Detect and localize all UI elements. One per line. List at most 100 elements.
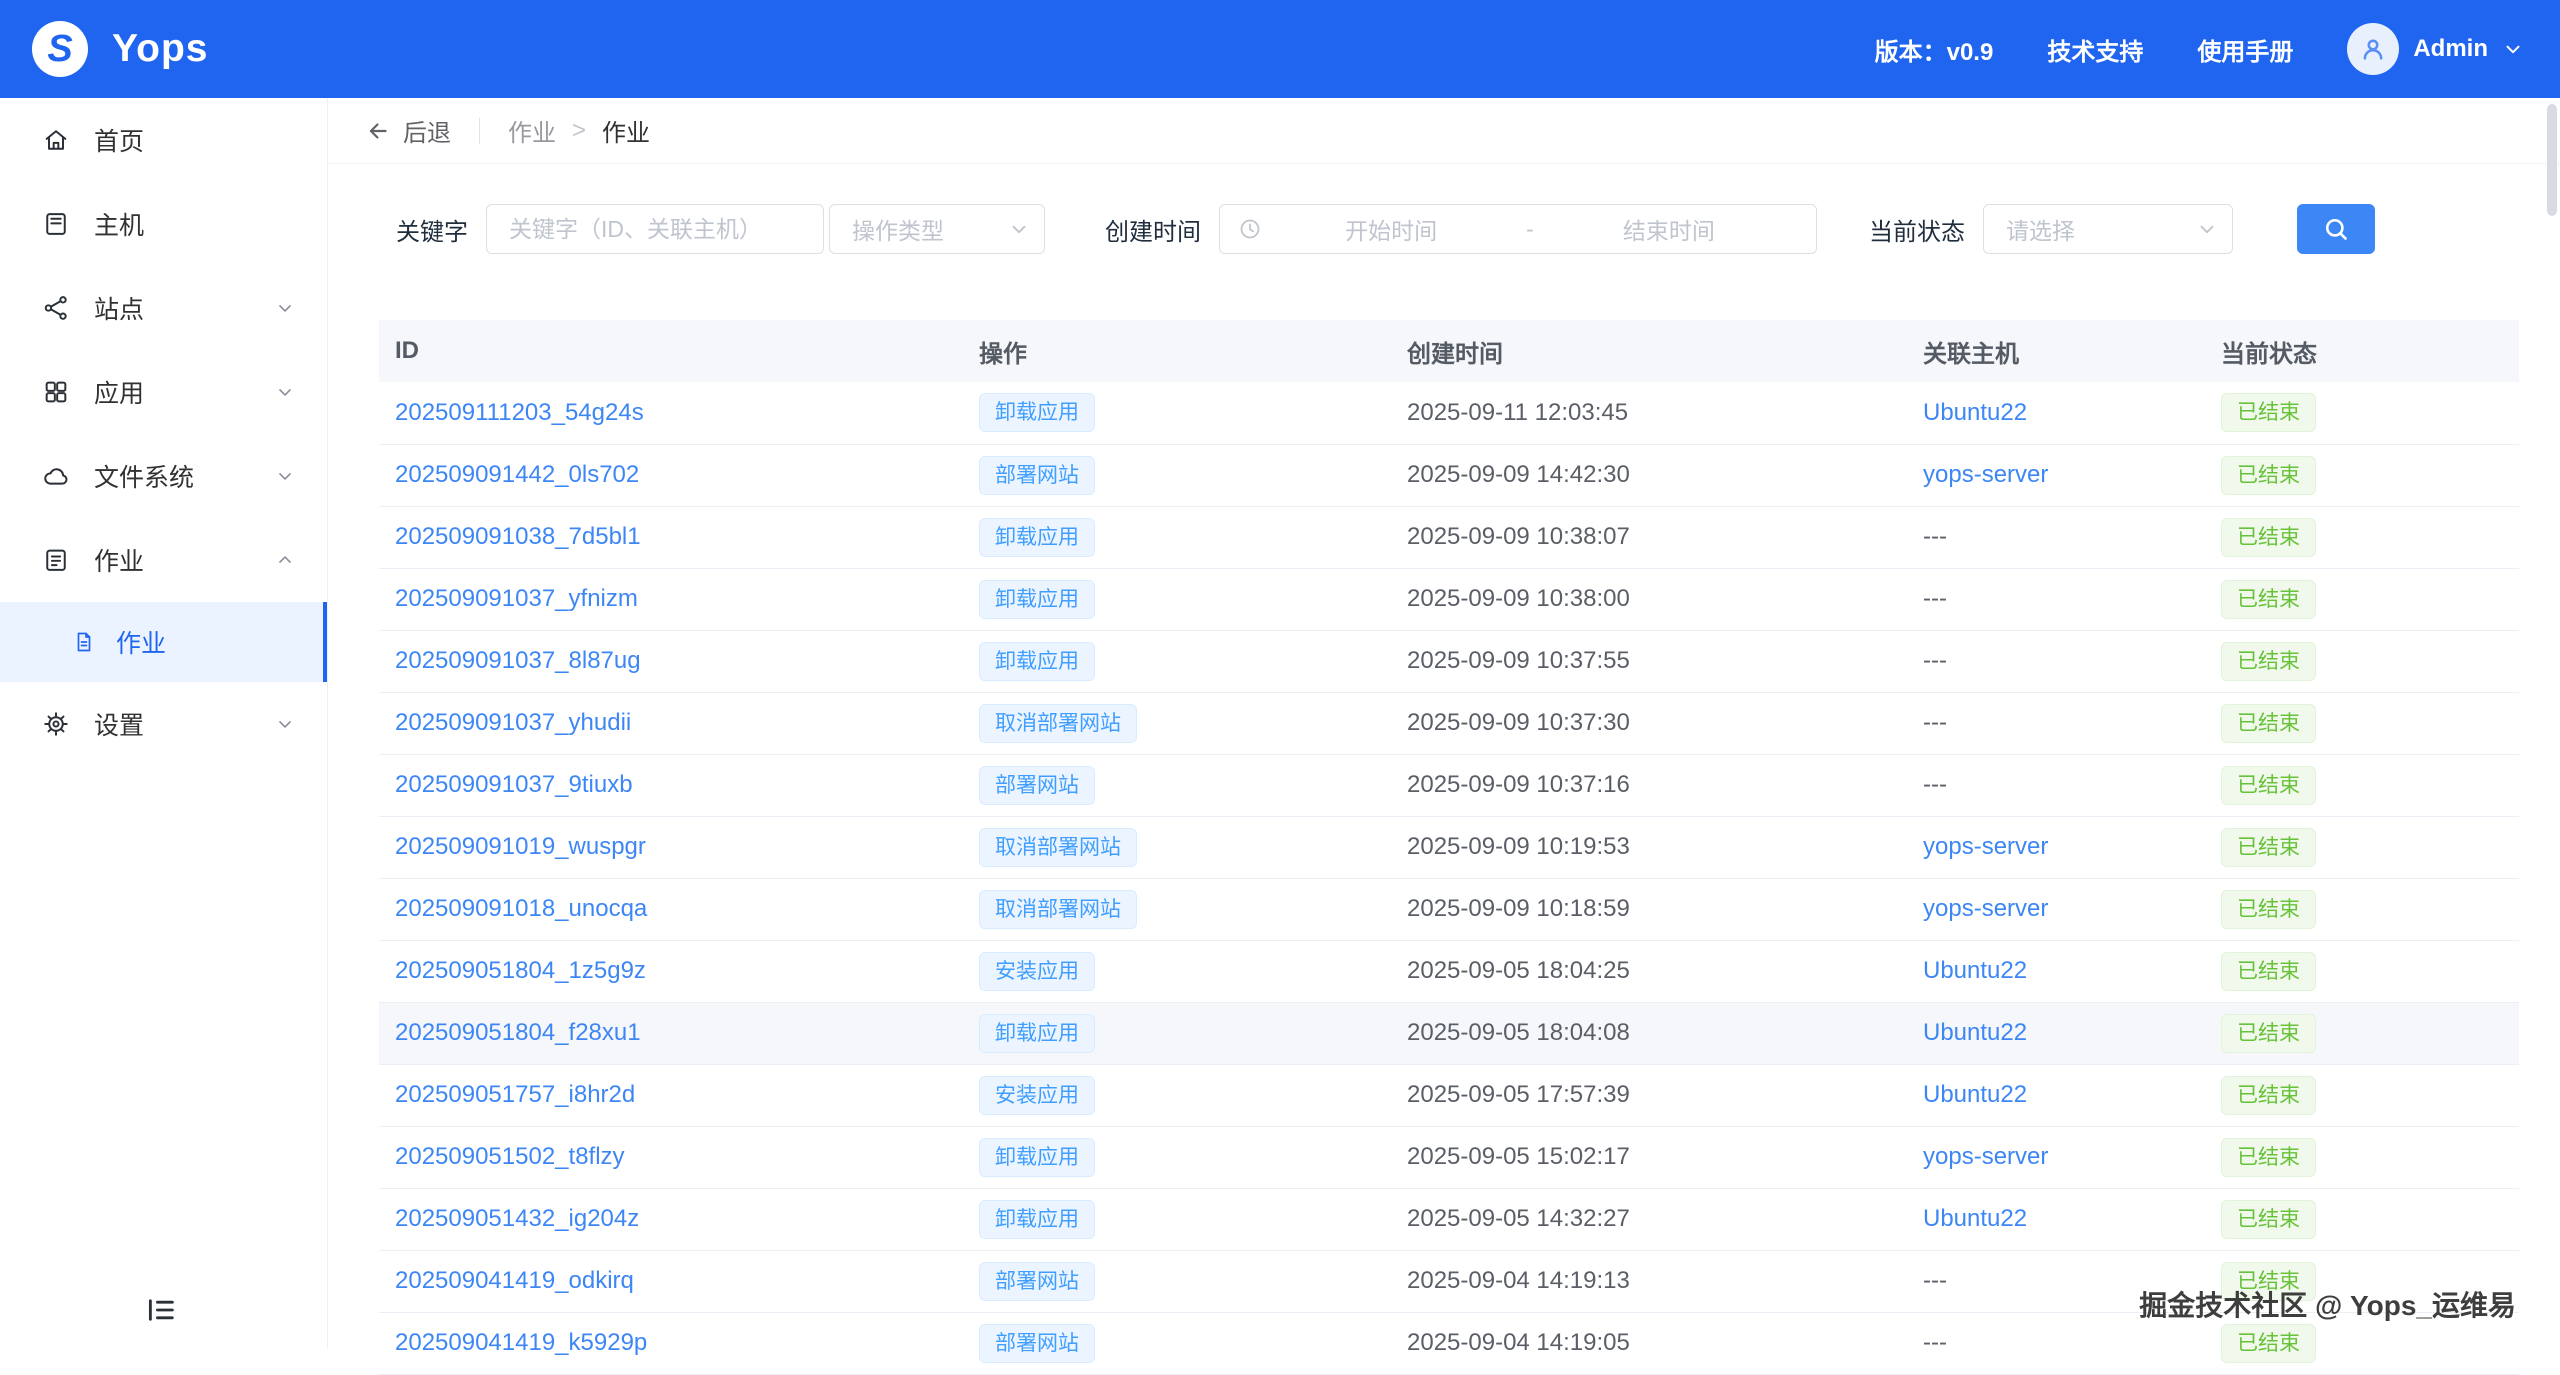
- job-id-link[interactable]: 202509091037_yhudii: [395, 709, 631, 736]
- sidebar-item-label: 主机: [94, 206, 144, 242]
- operation-tag: 部署网站: [979, 766, 1095, 805]
- created-time-label: 创建时间: [1105, 212, 1201, 247]
- manual-link[interactable]: 使用手册: [2197, 32, 2293, 67]
- sidebar-item[interactable]: 文件系统: [0, 434, 327, 518]
- created-time: 2025-09-11 12:03:45: [1391, 382, 1907, 444]
- scrollbar-thumb[interactable]: [2547, 104, 2557, 216]
- status-select[interactable]: 请选择: [1983, 204, 2233, 254]
- host-link[interactable]: yops-server: [1923, 461, 2048, 488]
- job-id-link[interactable]: 202509091018_unocqa: [395, 895, 647, 922]
- job-id-link[interactable]: 202509041419_k5929p: [395, 1329, 647, 1356]
- chevron-down-icon: [275, 382, 295, 402]
- table-row: 202509091037_9tiuxb 部署网站 2025-09-09 10:3…: [379, 754, 2519, 816]
- host-empty: ---: [1923, 1329, 1947, 1356]
- status-tag: 已结束: [2221, 890, 2316, 929]
- created-time: 2025-09-09 10:19:53: [1391, 816, 1907, 878]
- home-icon: [42, 125, 72, 155]
- breadcrumb-item-current: 作业: [602, 113, 650, 148]
- keyword-input[interactable]: [486, 204, 824, 254]
- sidebar-item[interactable]: 主机: [0, 182, 327, 266]
- operation-type-select[interactable]: 操作类型: [829, 204, 1045, 254]
- job-id-link[interactable]: 202509051432_ig204z: [395, 1205, 639, 1232]
- sidebar-menu: 首页 主机 站点 应用 文件系统 作业 作业 设置: [0, 98, 327, 766]
- operation-tag: 部署网站: [979, 456, 1095, 495]
- sidebar-item[interactable]: 应用: [0, 350, 327, 434]
- job-id-link[interactable]: 202509051757_i8hr2d: [395, 1081, 635, 1108]
- job-id-link[interactable]: 202509091037_8l87ug: [395, 647, 641, 674]
- job-id-link[interactable]: 202509041419_odkirq: [395, 1267, 634, 1294]
- host-icon: [42, 209, 72, 239]
- watermark: 掘金技术社区 @ Yops_运维易: [2139, 1284, 2516, 1324]
- back-button[interactable]: 后退: [365, 113, 451, 148]
- sidebar-sub-item-label: 作业: [116, 624, 166, 660]
- operation-tag: 卸载应用: [979, 1200, 1095, 1239]
- sidebar-collapse-button[interactable]: [144, 1293, 178, 1332]
- start-time-placeholder: 开始时间: [1262, 212, 1520, 246]
- created-time: 2025-09-09 14:42:30: [1391, 444, 1907, 506]
- status-tag: 已结束: [2221, 952, 2316, 991]
- job-id-link[interactable]: 202509111203_54g24s: [395, 399, 644, 426]
- table-row: 202509051757_i8hr2d 安装应用 2025-09-05 17:5…: [379, 1064, 2519, 1126]
- end-time-placeholder: 结束时间: [1540, 212, 1798, 246]
- operation-tag: 取消部署网站: [979, 828, 1137, 867]
- chevron-down-icon: [275, 466, 295, 486]
- chevron-down-icon: [275, 298, 295, 318]
- job-id-link[interactable]: 202509091442_0ls702: [395, 461, 639, 488]
- operation-tag: 取消部署网站: [979, 704, 1137, 743]
- sidebar-item-label: 设置: [94, 706, 144, 742]
- host-link[interactable]: yops-server: [1923, 895, 2048, 922]
- job-id-link[interactable]: 202509091038_7d5bl1: [395, 523, 641, 550]
- job-id-link[interactable]: 202509051804_1z5g9z: [395, 957, 646, 984]
- search-button[interactable]: [2297, 204, 2375, 254]
- host-link[interactable]: Ubuntu22: [1923, 1081, 2027, 1108]
- chevron-down-icon: [275, 550, 295, 570]
- status-tag: 已结束: [2221, 766, 2316, 805]
- sidebar-sub-item[interactable]: 作业: [0, 602, 327, 682]
- status-tag: 已结束: [2221, 456, 2316, 495]
- host-link[interactable]: Ubuntu22: [1923, 957, 2027, 984]
- host-cell: ---: [1907, 568, 2205, 630]
- host-link[interactable]: Ubuntu22: [1923, 399, 2027, 426]
- site-icon: [42, 293, 72, 323]
- host-cell: Ubuntu22: [1907, 1064, 2205, 1126]
- created-time: 2025-09-05 18:04:25: [1391, 940, 1907, 1002]
- created-time: 2025-09-09 10:38:00: [1391, 568, 1907, 630]
- status-tag: 已结束: [2221, 393, 2316, 432]
- host-link[interactable]: Ubuntu22: [1923, 1205, 2027, 1232]
- column-header: ID: [379, 320, 963, 382]
- host-cell: yops-server: [1907, 444, 2205, 506]
- job-id-link[interactable]: 202509051502_t8flzy: [395, 1143, 625, 1170]
- job-id-link[interactable]: 202509091019_wuspgr: [395, 833, 646, 860]
- job-id-link[interactable]: 202509091037_yfnizm: [395, 585, 638, 612]
- operation-tag: 卸载应用: [979, 1138, 1095, 1177]
- sidebar-item[interactable]: 设置: [0, 682, 327, 766]
- job-id-link[interactable]: 202509051804_f28xu1: [395, 1019, 641, 1046]
- back-label: 后退: [403, 113, 451, 148]
- chevron-down-icon: [275, 714, 295, 734]
- sidebar-item[interactable]: 作业: [0, 518, 327, 602]
- host-link[interactable]: Ubuntu22: [1923, 1019, 2027, 1046]
- operation-tag: 安装应用: [979, 1076, 1095, 1115]
- created-time: 2025-09-05 15:02:17: [1391, 1126, 1907, 1188]
- host-empty: ---: [1923, 771, 1947, 798]
- host-link[interactable]: yops-server: [1923, 833, 2048, 860]
- filesystem-icon: [42, 461, 72, 491]
- created-time: 2025-09-09 10:18:59: [1391, 878, 1907, 940]
- created-time: 2025-09-09 10:38:07: [1391, 506, 1907, 568]
- support-link[interactable]: 技术支持: [2047, 32, 2143, 67]
- table-row: 202509091019_wuspgr 取消部署网站 2025-09-09 10…: [379, 816, 2519, 878]
- job-id-link[interactable]: 202509091037_9tiuxb: [395, 771, 633, 798]
- date-range-picker[interactable]: 开始时间 - 结束时间: [1219, 204, 1817, 254]
- sidebar-item[interactable]: 首页: [0, 98, 327, 182]
- status-label: 当前状态: [1869, 212, 1965, 247]
- table-row: 202509091442_0ls702 部署网站 2025-09-09 14:4…: [379, 444, 2519, 506]
- main-content: 后退 作业 > 作业 关键字 操作类型 创建时间 开始时间 - 结束时间 当前状…: [329, 98, 2560, 1348]
- created-time: 2025-09-04 14:19:13: [1391, 1250, 1907, 1312]
- operation-tag: 卸载应用: [979, 642, 1095, 681]
- host-cell: Ubuntu22: [1907, 1002, 2205, 1064]
- user-menu[interactable]: Admin: [2347, 23, 2524, 75]
- sidebar-item[interactable]: 站点: [0, 266, 327, 350]
- breadcrumb-separator: >: [572, 117, 586, 145]
- breadcrumb-item[interactable]: 作业: [508, 113, 556, 148]
- host-link[interactable]: yops-server: [1923, 1143, 2048, 1170]
